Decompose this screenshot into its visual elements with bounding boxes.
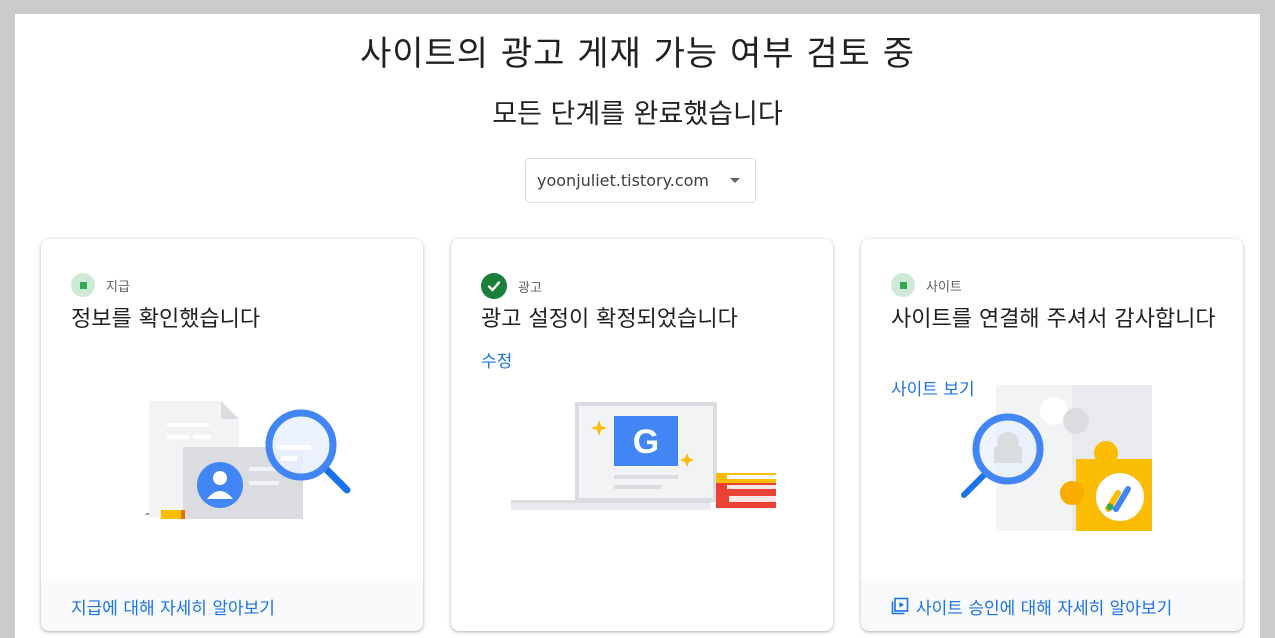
g-tile-letter: G — [633, 423, 659, 461]
page: 사이트의 광고 게재 가능 여부 검토 중 모든 단계를 완료했습니다 yoon… — [15, 14, 1260, 638]
learn-more-payment-link[interactable]: 지급에 대해 자세히 알아보기 — [71, 594, 275, 619]
laptop-ads-illustration: G — [511, 402, 776, 510]
payment-card: 지급 정보를 확인했습니다 지급에 대해 자세히 알아보기 — [41, 239, 423, 631]
payment-card-footer: 지급에 대해 자세히 알아보기 — [41, 581, 423, 631]
pending-status-icon — [71, 273, 95, 297]
ads-status-row: 광고 — [481, 273, 542, 299]
site-card-footer: 사이트 승인에 대해 자세히 알아보기 — [861, 581, 1243, 631]
pending-status-icon — [891, 273, 915, 297]
ads-card-title: 광고 설정이 확정되었습니다 — [481, 307, 738, 332]
site-step-label: 사이트 — [926, 279, 962, 295]
video-library-icon — [891, 597, 909, 615]
check-circle-icon — [481, 273, 507, 299]
payment-status-row: 지급 — [71, 273, 130, 297]
learn-more-site-approval-link[interactable]: 사이트 승인에 대해 자세히 알아보기 — [891, 594, 1172, 619]
site-card-title: 사이트를 연결해 주셔서 감사합니다 — [891, 307, 1216, 332]
site-card: 사이트 사이트를 연결해 주셔서 감사합니다 사이트 보기 사이트 승인에 대해… — [861, 239, 1243, 631]
puzzle-magnifier-illustration — [961, 385, 1152, 531]
payment-step-label: 지급 — [106, 279, 130, 295]
edit-ads-link[interactable]: 수정 — [481, 347, 512, 372]
payment-card-title: 정보를 확인했습니다 — [71, 307, 261, 332]
site-approval-link-label: 사이트 승인에 대해 자세히 알아보기 — [916, 598, 1173, 619]
site-selector-dropdown[interactable]: yoonjuliet.tistory.com — [525, 158, 756, 203]
site-selector-value: yoonjuliet.tistory.com — [537, 171, 710, 190]
site-status-row: 사이트 — [891, 273, 962, 297]
ads-step-label: 광고 — [518, 280, 542, 296]
caret-down-icon — [730, 178, 740, 183]
ads-card: 광고 광고 설정이 확정되었습니다 수정 G — [451, 239, 833, 631]
page-title: 사이트의 광고 게재 가능 여부 검토 중 — [359, 34, 916, 74]
identity-document-illustration — [144, 401, 351, 519]
page-subtitle: 모든 단계를 완료했습니다 — [492, 99, 783, 130]
